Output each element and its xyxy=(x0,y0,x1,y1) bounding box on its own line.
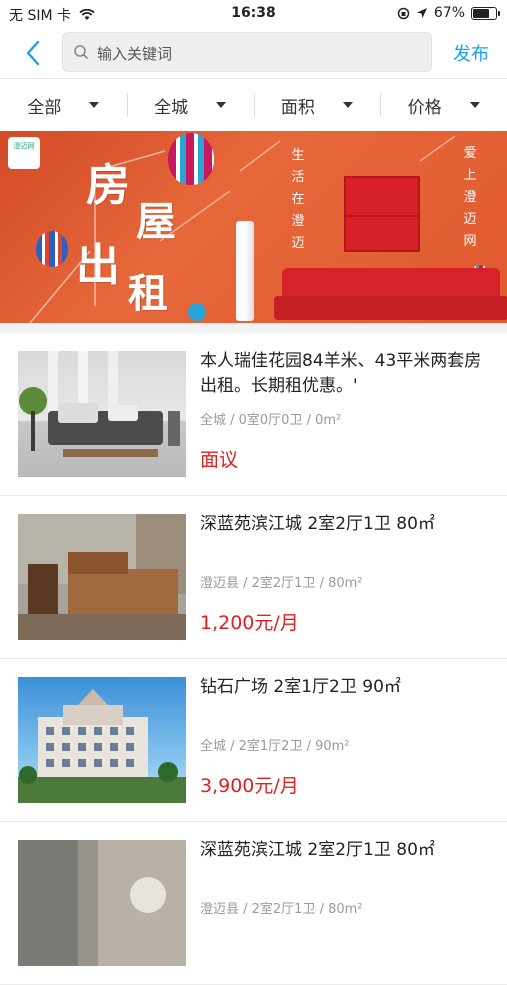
search-placeholder: 输入关键词 xyxy=(97,45,173,63)
listing-price: 3,900元/月 xyxy=(200,775,299,797)
banner-slogan-right: 爱上澄迈网 xyxy=(462,143,478,253)
search-icon xyxy=(74,45,89,60)
listing-title: 本人瑞佳花园84羊米、43平米两套房出租。长期租优惠。' xyxy=(200,351,482,396)
banner-slogan-left-char: 生 xyxy=(291,148,305,163)
banner-slogan-right-char: 上 xyxy=(463,168,477,183)
banner-title-char: 屋 xyxy=(136,198,176,245)
cabinet-graphic xyxy=(344,176,420,252)
banner-slogan-right-char: 网 xyxy=(463,234,477,249)
listing-thumbnail xyxy=(18,840,186,966)
filter-price[interactable]: 价格 xyxy=(380,79,507,131)
balloon-graphic xyxy=(36,231,68,267)
publish-button[interactable]: 发布 xyxy=(453,40,489,66)
banner-title-char: 房 xyxy=(86,160,130,211)
banner-slogan-right-char: 爱 xyxy=(463,146,477,161)
status-right: 67% xyxy=(397,5,500,21)
filter-all[interactable]: 全部 xyxy=(0,79,127,131)
caret-down-icon xyxy=(216,102,227,108)
listing-meta: 澄迈县 / 2室2厅1卫 / 80m² xyxy=(200,576,363,591)
balloon-graphic xyxy=(168,133,214,185)
banner-slogan-left: 生活在澄迈 xyxy=(290,145,306,255)
caret-down-icon xyxy=(469,102,480,108)
listing-meta: 澄迈县 / 2室2厅1卫 / 80m² xyxy=(200,902,363,917)
listing-title: 深蓝苑滨江城 2室2厅1卫 80㎡ xyxy=(200,840,435,860)
banner-title-char: 租 xyxy=(128,270,168,317)
listing-list: 本人瑞佳花园84羊米、43平米两套房出租。长期租优惠。' 全城 / 0室0厅0卫… xyxy=(0,333,507,985)
banner-slogan-right-char: 迈 xyxy=(463,212,477,227)
battery-icon xyxy=(471,6,500,20)
listing-thumbnail xyxy=(18,677,186,803)
battery-percent: 67% xyxy=(433,5,465,21)
list-item[interactable]: 本人瑞佳花园84羊米、43平米两套房出租。长期租优惠。' 全城 / 0室0厅0卫… xyxy=(0,333,507,496)
banner-slogan-right-char: 澄 xyxy=(463,190,477,205)
search-input[interactable]: 输入关键词 xyxy=(62,32,432,72)
lamp-graphic xyxy=(236,221,254,321)
status-bar: 无 SIM 卡 16:38 67% xyxy=(0,0,507,28)
banner-slogan-left-char: 迈 xyxy=(291,236,305,251)
location-icon xyxy=(416,8,427,18)
listing-meta: 全城 / 0室0厅0卫 / 0m² xyxy=(200,413,342,428)
list-item[interactable]: 深蓝苑滨江城 2室2厅1卫 80㎡ 澄迈县 / 2室2厅1卫 / 80m² xyxy=(0,822,507,985)
listing-thumbnail xyxy=(18,351,186,477)
list-item[interactable]: 深蓝苑滨江城 2室2厅1卫 80㎡ 澄迈县 / 2室2厅1卫 / 80m² 1,… xyxy=(0,496,507,659)
listing-price: 1,200元/月 xyxy=(200,612,299,634)
list-item[interactable]: 钻石广场 2室1厅2卫 90㎡ 全城 / 2室1厅2卫 / 90m² 3,900… xyxy=(0,659,507,822)
filter-size[interactable]: 面积 xyxy=(253,79,381,131)
back-arrow-icon[interactable] xyxy=(20,38,50,68)
listing-title: 深蓝苑滨江城 2室2厅1卫 80㎡ xyxy=(200,514,435,534)
orientation-lock-icon xyxy=(397,7,410,19)
filter-bar: 全部 全城 面积 价格 xyxy=(0,79,507,132)
listing-title: 钻石广场 2室1厅2卫 90㎡ xyxy=(200,677,401,697)
banner-slogan-left-char: 在 xyxy=(291,192,305,207)
listing-thumbnail xyxy=(18,514,186,640)
filter-area-city[interactable]: 全城 xyxy=(126,79,254,131)
sofa-seat-graphic xyxy=(274,296,507,320)
banner-slogan-left-char: 活 xyxy=(291,170,305,185)
banner-slogan-left-char: 澄 xyxy=(291,214,305,229)
listing-price: 面议 xyxy=(200,449,239,471)
balloon-graphic xyxy=(188,303,206,321)
caret-down-icon xyxy=(89,102,100,108)
listing-meta: 全城 / 2室1厅2卫 / 90m² xyxy=(200,739,350,754)
caret-down-icon xyxy=(342,102,353,108)
banner-title-char: 出 xyxy=(76,240,120,291)
nav-bar: 输入关键词 发布 xyxy=(0,28,507,79)
